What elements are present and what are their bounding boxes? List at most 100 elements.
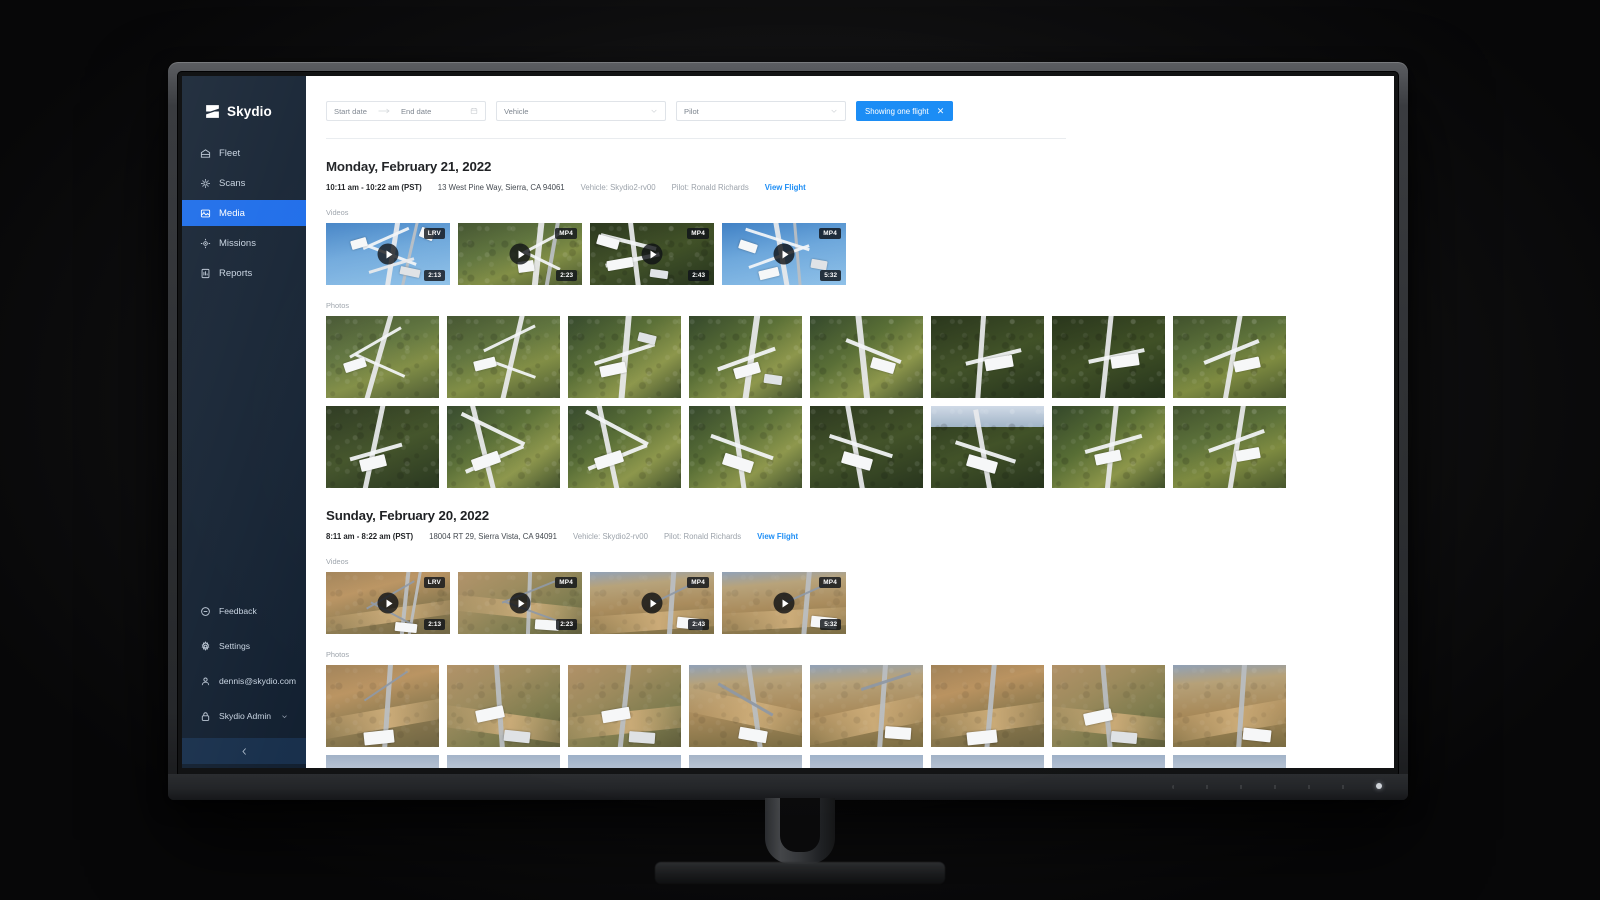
photo-thumbnail[interactable] xyxy=(931,755,1044,768)
photo-thumbnail[interactable] xyxy=(568,665,681,747)
date-range-picker[interactable]: Start date End date xyxy=(326,101,486,121)
video-duration-badge: 2:13 xyxy=(424,619,445,630)
sidebar-item-media[interactable]: Media xyxy=(182,200,306,226)
video-thumbnail[interactable]: LRV 2:13 xyxy=(326,572,450,634)
gear-icon xyxy=(201,640,210,651)
photo-thumbnail[interactable] xyxy=(326,406,439,488)
sidebar-item-role[interactable]: Skydio Admin xyxy=(182,703,306,729)
play-icon[interactable] xyxy=(773,243,795,265)
photo-thumbnail[interactable] xyxy=(689,406,802,488)
flight-group: Monday, February 21, 2022 10:11 am - 10:… xyxy=(326,159,1394,488)
photo-thumbnail[interactable] xyxy=(810,665,923,747)
sidebar-item-reports[interactable]: Reports xyxy=(182,260,306,286)
photo-thumbnail[interactable] xyxy=(326,755,439,768)
monitor-stand-neck xyxy=(765,798,835,864)
video-thumbnail[interactable]: MP4 5:32 xyxy=(722,223,846,285)
photo-thumbnail[interactable] xyxy=(689,755,802,768)
filter-divider xyxy=(326,138,1066,139)
video-thumbnail[interactable]: MP4 5:32 xyxy=(722,572,846,634)
close-icon[interactable]: ✕ xyxy=(937,106,945,116)
vehicle-select[interactable]: Vehicle xyxy=(496,101,666,121)
flight-vehicle: Vehicle: Skydio2-rv00 xyxy=(572,532,648,541)
photo-thumbnail[interactable] xyxy=(1052,316,1165,398)
video-duration-badge: 2:23 xyxy=(556,619,577,630)
video-thumbnail[interactable]: MP4 2:43 xyxy=(590,572,714,634)
photo-row-clipped xyxy=(326,755,1394,768)
video-thumbnail[interactable]: MP4 2:23 xyxy=(458,223,582,285)
reports-icon xyxy=(201,268,210,278)
flight-time: 8:11 am - 8:22 am (PST) xyxy=(326,532,414,541)
sidebar-item-settings[interactable]: Settings xyxy=(182,633,306,659)
video-row: LRV 2:13 MP4 2:23 MP4 2:43 MP4 5:32 xyxy=(326,223,1394,285)
chip-label: Showing one flight xyxy=(865,106,929,116)
photo-thumbnail[interactable] xyxy=(810,406,923,488)
play-icon[interactable] xyxy=(641,592,663,614)
play-icon[interactable] xyxy=(509,243,531,265)
photo-thumbnail[interactable] xyxy=(810,755,923,768)
photo-thumbnail[interactable] xyxy=(1052,755,1165,768)
photo-thumbnail[interactable] xyxy=(931,316,1044,398)
video-thumbnail[interactable]: MP4 2:23 xyxy=(458,572,582,634)
view-flight-link[interactable]: View Flight xyxy=(757,532,798,541)
sidebar-collapse-button[interactable] xyxy=(182,738,306,764)
primary-nav: Fleet Scans Media Missions Reports xyxy=(182,140,306,290)
photo-thumbnail[interactable] xyxy=(1173,755,1286,768)
sidebar-item-feedback[interactable]: Feedback xyxy=(182,598,306,624)
photo-thumbnail[interactable] xyxy=(689,665,802,747)
photo-thumbnail[interactable] xyxy=(1173,316,1286,398)
fleet-icon xyxy=(200,148,211,158)
photo-thumbnail[interactable] xyxy=(447,316,560,398)
photo-thumbnail[interactable] xyxy=(931,665,1044,747)
missions-icon xyxy=(200,238,211,248)
video-format-badge: MP4 xyxy=(555,228,577,239)
photo-thumbnail[interactable] xyxy=(568,755,681,768)
group-date-heading: Sunday, February 20, 2022 xyxy=(326,508,490,523)
photo-thumbnail[interactable] xyxy=(326,665,439,747)
monitor-bottom-bezel xyxy=(168,774,1408,800)
play-icon[interactable] xyxy=(377,243,399,265)
play-icon[interactable] xyxy=(509,592,531,614)
video-thumbnail[interactable]: LRV 2:13 xyxy=(326,223,450,285)
videos-label: Videos xyxy=(326,208,349,217)
photo-thumbnail[interactable] xyxy=(326,316,439,398)
start-date-input[interactable]: Start date xyxy=(334,107,367,116)
photo-thumbnail[interactable] xyxy=(568,406,681,488)
photo-thumbnail[interactable] xyxy=(568,316,681,398)
photo-thumbnail[interactable] xyxy=(931,406,1044,488)
photo-row xyxy=(326,316,1394,398)
sidebar-item-fleet[interactable]: Fleet xyxy=(182,140,306,166)
sidebar-item-missions[interactable]: Missions xyxy=(182,230,306,256)
chevron-down-icon xyxy=(651,109,657,113)
photo-thumbnail[interactable] xyxy=(1052,665,1165,747)
sidebar-item-label: Skydio Admin xyxy=(219,711,272,721)
photo-thumbnail[interactable] xyxy=(447,755,560,768)
photo-thumbnail[interactable] xyxy=(1173,406,1286,488)
bezel-vents xyxy=(1172,785,1352,789)
photo-thumbnail[interactable] xyxy=(1173,665,1286,747)
photo-thumbnail[interactable] xyxy=(689,316,802,398)
pilot-select[interactable]: Pilot xyxy=(676,101,846,121)
view-flight-link[interactable]: View Flight xyxy=(765,183,806,192)
video-format-badge: LRV xyxy=(423,577,445,588)
photo-thumbnail[interactable] xyxy=(447,406,560,488)
video-format-badge: MP4 xyxy=(687,577,709,588)
skydio-logo-icon xyxy=(206,104,219,118)
showing-one-flight-chip[interactable]: Showing one flight ✕ xyxy=(856,101,954,121)
play-icon[interactable] xyxy=(641,243,663,265)
end-date-input[interactable]: End date xyxy=(401,107,431,116)
photo-thumbnail[interactable] xyxy=(1052,406,1165,488)
play-icon[interactable] xyxy=(377,592,399,614)
video-thumbnail[interactable]: MP4 2:43 xyxy=(590,223,714,285)
photo-thumbnail[interactable] xyxy=(810,316,923,398)
brand-logo[interactable]: Skydio xyxy=(182,76,306,128)
play-icon[interactable] xyxy=(773,592,795,614)
sidebar-item-label: dennis@skydio.com xyxy=(219,676,297,686)
monitor: Skydio Fleet Scans Media Missions Report… xyxy=(168,62,1408,800)
arrow-right-icon xyxy=(378,108,390,114)
sidebar-item-scans[interactable]: Scans xyxy=(182,170,306,196)
sidebar-item-label: Reports xyxy=(219,267,253,279)
flight-address: 13 West Pine Way, Sierra, CA 94061 xyxy=(437,183,565,192)
photo-thumbnail[interactable] xyxy=(447,665,560,747)
sidebar-item-account[interactable]: dennis@skydio.com xyxy=(182,668,306,694)
video-duration-badge: 5:32 xyxy=(820,619,841,630)
